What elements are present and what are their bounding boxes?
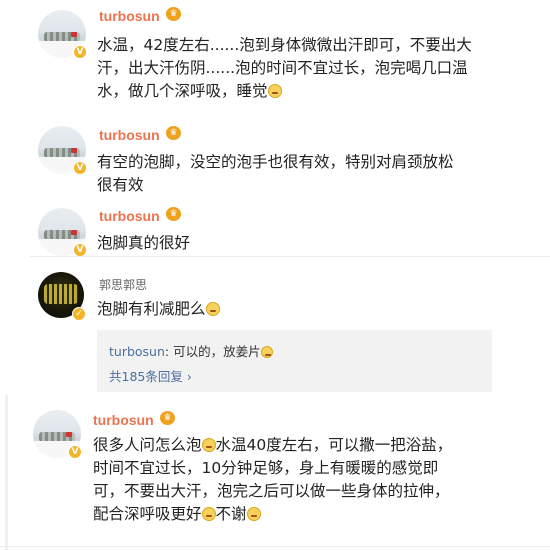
reply-line: turbosun: 可以的，放姜片 [109, 341, 273, 360]
emoji-icon [267, 84, 282, 98]
username[interactable]: 郭思郭思 [99, 276, 147, 293]
comment-text: 有空的泡脚，没空的泡手也很有效，特别对肩颈放松 很有效 [97, 153, 454, 194]
emoji-icon [201, 438, 216, 452]
divider [30, 256, 550, 257]
verified-badge-icon: V [73, 161, 87, 175]
username[interactable]: turbosun [99, 127, 160, 143]
verified-badge-icon: V [68, 445, 82, 459]
comment-text: 泡脚真的很好 [97, 234, 191, 252]
reply-preview[interactable]: turbosun: 可以的，放姜片 共185条回复 › [97, 330, 492, 392]
comment-5: V turbosun ♛ 很多人问怎么泡 水温40度左右，可以撒一把浴盐， 时间不… [0, 400, 550, 550]
comment-3: V turbosun ♛ 泡脚真的很好 [0, 205, 550, 260]
username[interactable]: turbosun [99, 8, 160, 24]
chevron-right-icon: › [186, 369, 192, 384]
avatar-red-object [71, 230, 77, 235]
comment-text: 很多人问怎么泡 水温40度左右，可以撒一把浴盐， 时间不宜过长，10分钟足够，身上… [93, 436, 453, 523]
vip-crown-icon: ♛ [166, 126, 181, 140]
avatar-red-object [71, 32, 77, 37]
verified-badge-icon: V [73, 243, 87, 257]
username[interactable]: turbosun [99, 208, 160, 224]
avatar-image [44, 284, 78, 304]
emoji-icon [246, 507, 261, 521]
emoji-icon [260, 346, 273, 358]
emoji-icon [201, 507, 216, 521]
reply-text: : 可以的，放姜片 [164, 344, 261, 359]
reply-author[interactable]: turbosun [109, 344, 165, 359]
reply-count-link[interactable]: 共185条回复 › [109, 366, 192, 385]
comment-text: 水温，42度左右......泡到身体微微出汗即可，不要出大 汗，出大汗伤阴...… [97, 36, 472, 100]
username[interactable]: turbosun [93, 412, 154, 428]
vip-crown-icon: ♛ [166, 7, 181, 21]
avatar-red-object [71, 148, 77, 153]
comment-text: 泡脚有利减肥么 [97, 298, 497, 321]
comment-2: V turbosun ♛ 有空的泡脚，没空的泡手也很有效，特别对肩颈放松 很有效 [0, 120, 550, 205]
emoji-icon [205, 302, 220, 316]
verified-badge-icon: V [73, 45, 87, 59]
comment-1: V turbosun ♛ 水温，42度左右......泡到身体微微出汗即可，不要… [0, 0, 550, 120]
verified-badge-icon: ✓ [72, 307, 86, 321]
divider [0, 546, 550, 547]
avatar-red-object [66, 432, 72, 437]
vip-crown-icon: ♛ [166, 207, 181, 221]
vip-crown-icon: ♛ [160, 411, 175, 425]
